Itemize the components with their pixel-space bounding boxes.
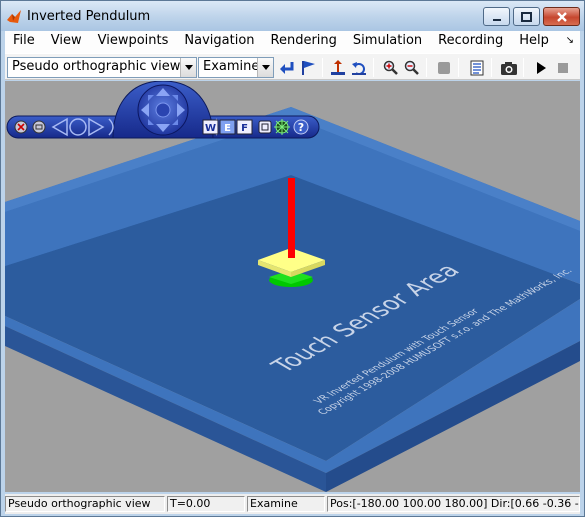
toolbar-separator <box>322 58 323 77</box>
examine-mode-button[interactable]: E <box>219 119 236 135</box>
headlight-toggle-button[interactable] <box>274 119 290 135</box>
flag-icon <box>301 60 315 75</box>
3d-viewport[interactable]: Touch Sensor Area VR Inverted Pendulum w… <box>5 81 580 492</box>
menu-help[interactable]: Help <box>511 31 557 53</box>
zoom-out-icon <box>404 60 419 75</box>
walk-mode-button[interactable]: W <box>202 119 219 135</box>
status-time: T=0.00 <box>167 496 245 512</box>
undock-arrow-icon[interactable]: ↘ <box>566 35 574 46</box>
stop-simulation-button[interactable] <box>553 58 572 77</box>
toolbar-separator <box>523 58 524 77</box>
document-list-icon <box>470 60 483 75</box>
fly-mode-button[interactable]: F <box>236 119 253 135</box>
minimize-icon <box>492 18 501 21</box>
start-simulation-button[interactable] <box>531 58 550 77</box>
close-button[interactable] <box>543 7 580 26</box>
straighten-up-button[interactable] <box>328 58 347 77</box>
chevron-down-icon <box>257 58 273 77</box>
edit-capture-button[interactable] <box>467 58 486 77</box>
toolbar-separator <box>458 58 459 77</box>
menu-bar: File View Viewpoints Navigation Renderin… <box>5 31 580 53</box>
return-to-viewpoint-button[interactable] <box>277 58 296 77</box>
svg-text:E: E <box>224 123 231 134</box>
scene-canvas: Touch Sensor Area VR Inverted Pendulum w… <box>5 107 580 492</box>
menu-simulation[interactable]: Simulation <box>345 31 430 53</box>
center-pad[interactable] <box>155 102 171 118</box>
svg-text:?: ? <box>298 121 304 134</box>
toolbar-separator <box>491 58 492 77</box>
straighten-up-icon <box>330 59 345 75</box>
capture-frame-button[interactable] <box>499 58 518 77</box>
menu-rendering[interactable]: Rendering <box>263 31 345 53</box>
toolbar-separator <box>426 58 427 77</box>
close-icon <box>556 11 567 22</box>
help-button[interactable]: ? <box>293 119 309 135</box>
svg-text:F: F <box>241 123 248 134</box>
maximize-button[interactable] <box>513 7 540 26</box>
navigation-panel: W E F ? <box>6 81 320 139</box>
stop-rendering-button[interactable] <box>434 58 453 77</box>
menu-view[interactable]: View <box>43 31 90 53</box>
minimize-button[interactable] <box>483 7 510 26</box>
return-arrow-icon <box>279 61 293 74</box>
status-bar: Pseudo orthographic view T=0.00 Examine … <box>5 494 580 514</box>
menu-file[interactable]: File <box>5 31 43 53</box>
close-panel-button[interactable] <box>14 120 28 134</box>
chevron-down-icon <box>180 58 196 77</box>
window-title: Inverted Pendulum <box>27 9 151 24</box>
menu-viewpoints[interactable]: Viewpoints <box>90 31 177 53</box>
stop-icon <box>557 62 568 73</box>
stop-square-icon <box>437 61 450 74</box>
viewpoint-select[interactable]: Pseudo orthographic view <box>7 57 197 78</box>
svg-text:W: W <box>205 123 216 134</box>
zoom-out-button[interactable] <box>402 58 421 77</box>
undo-move-button[interactable] <box>349 58 368 77</box>
status-position: Pos:[-180.00 100.00 180.00] Dir:[0.66 -0… <box>327 496 580 512</box>
menu-navigation[interactable]: Navigation <box>176 31 262 53</box>
title-bar[interactable]: Inverted Pendulum <box>1 1 584 31</box>
straighten-view-button[interactable] <box>258 120 272 134</box>
status-mode: Examine <box>247 496 325 512</box>
create-viewpoint-button[interactable] <box>298 58 317 77</box>
minimize-panel-button[interactable] <box>32 120 46 134</box>
matlab-logo-icon <box>7 10 21 23</box>
menu-recording[interactable]: Recording <box>430 31 511 53</box>
pendulum-pole <box>288 178 295 258</box>
toolbar-separator <box>373 58 374 77</box>
camera-icon <box>500 61 517 75</box>
undo-move-icon <box>351 61 366 75</box>
zoom-in-icon <box>383 60 398 75</box>
zoom-in-button[interactable] <box>381 58 400 77</box>
app-window: Inverted Pendulum File View Viewpoints N… <box>0 0 585 517</box>
status-viewpoint: Pseudo orthographic view <box>5 496 165 512</box>
toolbar: Pseudo orthographic view Examine <box>5 53 580 80</box>
navigation-mode-select[interactable]: Examine <box>198 57 274 78</box>
maximize-icon <box>521 11 532 22</box>
play-icon <box>536 61 546 74</box>
